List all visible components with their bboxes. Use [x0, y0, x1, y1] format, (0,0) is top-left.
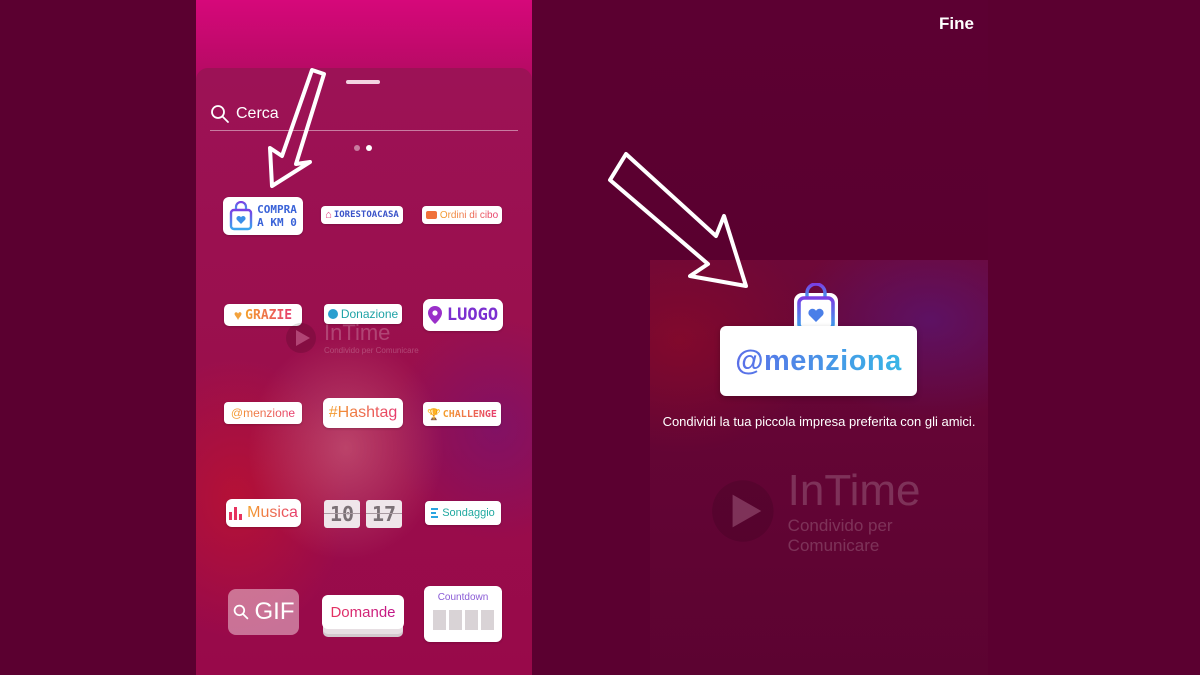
time-hours: 10 — [329, 502, 355, 526]
sticker-iorestoacasa[interactable]: ⌂ IORESTOACASA — [321, 206, 403, 224]
sheet-drag-handle[interactable] — [346, 80, 380, 84]
done-button[interactable]: Fine — [939, 14, 974, 34]
sticker-picker-screen: Cerca COMPRA A KM 0 ⌂ IORESTOACASA Ordin… — [196, 0, 532, 675]
sticker-menzione-label: @menzione — [230, 406, 296, 420]
sticker-iorestoacasa-label: IORESTOACASA — [333, 210, 399, 220]
story-editor-screen: Fine @menziona Condividi la tua piccola … — [650, 0, 988, 675]
watermark-logo-small: InTime Condivido per Comunicare — [284, 320, 419, 355]
countdown-boxes — [432, 610, 494, 630]
sticker-donazione-label: Donazione — [340, 307, 399, 321]
page-dot — [354, 145, 360, 151]
hand-drawn-arrow — [268, 68, 326, 188]
watermark-tagline: Condivido per Comunicare — [324, 346, 419, 355]
location-pin-icon — [427, 306, 442, 324]
shopping-bag-icon — [229, 201, 253, 231]
sticker-domande-label: Domande — [330, 603, 396, 621]
poll-icon — [431, 508, 439, 518]
sticker-countdown[interactable]: Countdown — [424, 586, 502, 642]
trophy-icon: 🏆 — [427, 408, 441, 421]
sticker-time[interactable]: 10 17 — [322, 499, 404, 529]
mention-sticker[interactable]: @menziona — [720, 326, 917, 396]
mention-sticker-label: @menziona — [735, 344, 902, 377]
music-bars-icon — [229, 506, 243, 520]
sticker-gif[interactable]: GIF — [228, 589, 299, 635]
sticker-countdown-label: Countdown — [437, 592, 489, 603]
sticker-challenge[interactable]: 🏆 CHALLENGE — [423, 402, 501, 426]
hand-drawn-arrow — [608, 152, 748, 288]
sticker-compra-km0[interactable]: COMPRA A KM 0 — [223, 197, 303, 235]
sticker-hashtag-label: #Hashtag — [328, 404, 398, 421]
sticker-menzione[interactable]: @menzione — [224, 402, 302, 424]
page-indicator — [354, 145, 372, 151]
search-input[interactable]: Cerca — [210, 98, 518, 131]
time-hours-box: 10 — [324, 500, 360, 528]
sticker-musica-label: Musica — [247, 504, 298, 521]
page-dot-active — [366, 145, 372, 151]
house-heart-icon: ⌂ — [325, 209, 332, 221]
delivery-truck-icon — [425, 211, 437, 219]
sticker-luogo[interactable]: LUOGO — [423, 299, 503, 331]
time-minutes: 17 — [371, 502, 397, 526]
sticker-sondaggio-label: Sondaggio — [442, 507, 495, 519]
sticker-donazione[interactable]: Donazione — [324, 304, 402, 324]
heart-hands-icon: ♥ — [233, 307, 243, 323]
sticker-domande[interactable]: Domande — [322, 595, 404, 629]
search-icon — [211, 105, 229, 123]
sticker-hashtag[interactable]: #Hashtag — [323, 398, 403, 428]
sticker-compra-label: COMPRA A KM 0 — [257, 203, 297, 229]
sticker-ordini-label: Ordini di cibo — [439, 209, 499, 221]
sticker-ordini-di-cibo[interactable]: Ordini di cibo — [422, 206, 502, 224]
sticker-challenge-label: CHALLENGE — [442, 408, 497, 420]
sticker-sheet: Cerca COMPRA A KM 0 ⌂ IORESTOACASA Ordin… — [196, 68, 532, 675]
search-icon — [233, 604, 248, 620]
donation-icon — [327, 309, 338, 319]
sticker-luogo-label: LUOGO — [446, 305, 499, 325]
sticker-sondaggio[interactable]: Sondaggio — [425, 501, 501, 525]
sticker-grazie[interactable]: ♥ GRAZIE — [224, 304, 302, 326]
time-minutes-box: 17 — [366, 500, 402, 528]
sticker-grazie-label: GRAZIE — [245, 307, 293, 323]
sticker-caption: Condividi la tua piccola impresa preferi… — [662, 414, 976, 429]
sticker-musica[interactable]: Musica — [226, 499, 301, 527]
sticker-gif-label: GIF — [254, 598, 295, 625]
